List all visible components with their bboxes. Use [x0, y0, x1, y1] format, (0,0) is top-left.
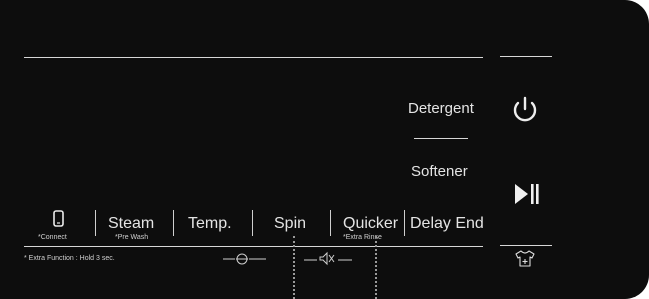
- temp-label: Temp.: [188, 215, 232, 232]
- power-icon: [513, 96, 537, 122]
- separator-5: [404, 210, 405, 236]
- delay-end-button[interactable]: Delay End: [408, 208, 488, 244]
- mute-icon: [304, 251, 352, 266]
- spin-guide-line: [293, 236, 295, 299]
- separator-1: [95, 210, 96, 236]
- button-row-rule: [24, 246, 483, 247]
- play-pause-icon: [515, 184, 539, 204]
- spin-label: Spin: [274, 215, 307, 232]
- detergent-indicator: Detergent: [408, 100, 474, 117]
- separator-2: [173, 210, 174, 236]
- separator-4: [330, 210, 331, 236]
- delay-end-label: Delay End: [410, 215, 484, 232]
- start-pause-button[interactable]: [510, 180, 546, 210]
- temp-button[interactable]: Temp.: [178, 208, 250, 244]
- quicker-label: Quicker: [343, 215, 399, 232]
- quicker-button[interactable]: Quicker *Extra Rinse: [336, 208, 402, 244]
- shirt-plus-icon: [515, 250, 535, 267]
- steam-button[interactable]: Steam *Pre Wash: [100, 208, 170, 244]
- connect-button[interactable]: *Connect: [30, 208, 90, 244]
- add-garment-button[interactable]: [512, 249, 538, 269]
- extra-function-note: * Extra Function : Hold 3 sec.: [24, 255, 115, 262]
- power-button[interactable]: [507, 93, 543, 129]
- steam-label: Steam: [108, 215, 155, 232]
- right-bottom-rule: [500, 245, 552, 246]
- connect-sublabel: *Connect: [38, 234, 67, 241]
- indicator-divider: [414, 138, 468, 139]
- softener-indicator: Softener: [411, 163, 468, 180]
- child-lock-icon: [223, 253, 266, 265]
- quicker-guide-line: [375, 236, 377, 299]
- display-top-rule: [24, 57, 483, 58]
- right-top-rule: [500, 56, 552, 57]
- phone-icon: [53, 210, 64, 227]
- control-panel: Detergent Softener *Connect Steam *Pre W…: [0, 0, 649, 299]
- steam-sublabel: *Pre Wash: [115, 234, 149, 241]
- separator-3: [252, 210, 253, 236]
- spin-button[interactable]: Spin: [256, 208, 326, 244]
